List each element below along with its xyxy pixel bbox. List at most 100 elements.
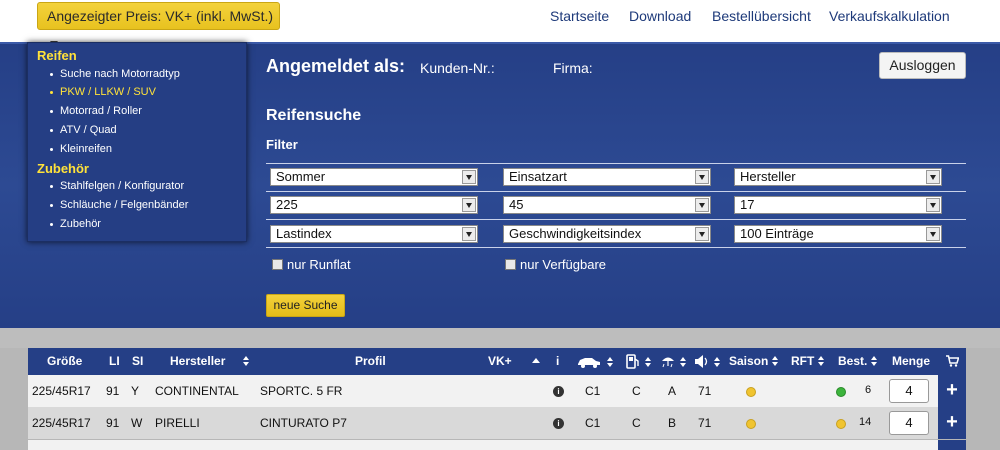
menu-item-schlaeuche[interactable]: Schläuche / Felgenbänder [49, 199, 188, 211]
sort-icon[interactable] [607, 357, 614, 367]
results-area-top [0, 328, 1000, 348]
menu-item-motorradtyp[interactable]: Suche nach Motorradtyp [50, 68, 180, 80]
rim-select[interactable]: 17 [734, 196, 942, 214]
load-index-select-value: Lastindex [276, 226, 332, 241]
usage-select[interactable]: Einsatzart [503, 168, 711, 186]
col-stock[interactable]: Best. [838, 354, 878, 368]
table-row: 225/45R17 91 Y CONTINENTAL SPORTC. 5 FR … [28, 375, 966, 407]
price-display-dropdown[interactable]: Angezeigter Preis: VK+ (inkl. MwSt.) [37, 2, 280, 46]
col-size[interactable]: Größe [47, 354, 82, 368]
col-season[interactable]: Saison [729, 354, 779, 368]
chevron-down-icon [926, 170, 940, 184]
nav-bestelluebersicht[interactable]: Bestellübersicht [712, 8, 811, 24]
divider [266, 163, 966, 164]
nav-startseite[interactable]: Startseite [550, 8, 609, 24]
col-profile[interactable]: Profil [355, 354, 386, 368]
sort-icon[interactable] [680, 357, 687, 367]
cart-header-cell [938, 348, 966, 375]
rim-select-value: 17 [740, 197, 755, 212]
col-qty-label: Menge [892, 354, 931, 368]
quantity-input[interactable]: 4 [889, 411, 929, 435]
page-title: Reifensuche [266, 107, 362, 124]
cell-noise-class: B [668, 416, 677, 430]
usage-select-value: Einsatzart [509, 169, 567, 184]
cell-manufacturer: PIRELLI [155, 416, 200, 430]
col-li[interactable]: LI [109, 354, 120, 368]
checkbox-box[interactable] [272, 259, 283, 270]
speed-index-select-value: Geschwindigkeitsindex [509, 226, 642, 241]
stock-status-icon [836, 419, 846, 429]
cell-noise-class: A [668, 384, 677, 398]
ratio-select-value: 45 [509, 197, 524, 212]
menu-item-zubehoer[interactable]: Zubehör [50, 218, 101, 230]
sort-asc-icon[interactable] [532, 358, 540, 363]
col-rft[interactable]: RFT [791, 354, 825, 368]
table-row [28, 440, 966, 450]
width-select[interactable]: 225 [270, 196, 478, 214]
menu-item-motorrad[interactable]: Motorrad / Roller [50, 105, 142, 117]
checkbox-box[interactable] [505, 259, 516, 270]
chevron-down-icon [462, 170, 476, 184]
fuel-pump-icon [626, 354, 639, 369]
runflat-checkbox[interactable]: nur Runflat [272, 257, 351, 272]
entries-select[interactable]: 100 Einträge [734, 225, 942, 243]
stock-status-icon [836, 387, 846, 397]
quantity-input[interactable]: 4 [889, 379, 929, 403]
cell-wet-grip: C [632, 416, 641, 430]
info-icon[interactable]: i [553, 386, 564, 397]
chevron-down-icon [695, 227, 709, 241]
cell-manufacturer: CONTINENTAL [155, 384, 239, 398]
sort-icon[interactable] [645, 357, 652, 367]
nav-verkaufskalkulation[interactable]: Verkaufskalkulation [829, 8, 950, 24]
col-size-label: Größe [47, 354, 83, 368]
chevron-down-icon [926, 198, 940, 212]
col-si-label: SI [132, 354, 144, 368]
ratio-select[interactable]: 45 [503, 196, 711, 214]
top-bar: Angezeigter Preis: VK+ (inkl. MwSt.) Sta… [0, 0, 1000, 46]
col-info: i [556, 354, 559, 368]
noise-speaker-icon [695, 355, 708, 368]
company-label: Firma: [553, 60, 593, 76]
cell-li: 91 [106, 384, 120, 398]
season-summer-icon [746, 419, 756, 429]
chevron-down-icon [462, 198, 476, 212]
cell-fuel-class: C1 [585, 416, 601, 430]
manufacturer-select[interactable]: Hersteller [734, 168, 942, 186]
menu-item-atv[interactable]: ATV / Quad [50, 124, 117, 136]
col-manufacturer[interactable]: Hersteller [170, 354, 250, 368]
menu-item-stahlfelgen[interactable]: Stahlfelgen / Konfigurator [49, 180, 184, 192]
speed-index-select[interactable]: Geschwindigkeitsindex [503, 225, 711, 243]
cell-size: 225/45R17 [32, 416, 91, 430]
nav-download[interactable]: Download [629, 8, 691, 24]
col-qty: Menge [892, 354, 930, 368]
col-manufacturer-label: Hersteller [170, 354, 226, 368]
cart-icon [946, 355, 959, 367]
load-index-select[interactable]: Lastindex [270, 225, 478, 243]
new-search-button[interactable]: neue Suche [266, 294, 345, 317]
add-to-cart-button[interactable]: + [938, 407, 966, 439]
col-rft-label: RFT [791, 354, 815, 368]
runflat-label: nur Runflat [287, 257, 351, 272]
menu-group-zubehoer[interactable]: Zubehör [37, 161, 89, 176]
col-stock-label: Best. [838, 354, 868, 368]
cell-noise: 71 [698, 416, 712, 430]
cell-stock: 6 [865, 384, 872, 396]
logged-in-label: Angemeldet als: [266, 56, 406, 76]
add-to-cart-button[interactable] [938, 440, 966, 450]
chevron-down-icon [695, 198, 709, 212]
col-vk[interactable]: VK+ [488, 354, 512, 368]
info-icon[interactable]: i [553, 418, 564, 429]
add-to-cart-button[interactable]: + [938, 375, 966, 407]
logout-button[interactable]: Ausloggen [879, 52, 966, 79]
col-season-label: Saison [729, 354, 769, 368]
available-checkbox[interactable]: nur Verfügbare [505, 257, 606, 272]
menu-item-pkw[interactable]: PKW / LLKW / SUV [50, 86, 156, 98]
menu-item-kleinreifen[interactable]: Kleinreifen [50, 143, 112, 155]
sort-icon[interactable] [714, 357, 721, 367]
col-si[interactable]: SI [132, 354, 143, 368]
cell-li: 91 [106, 416, 120, 430]
menu-group-reifen[interactable]: Reifen [37, 48, 77, 63]
season-select[interactable]: Sommer [270, 168, 478, 186]
chevron-down-icon [462, 227, 476, 241]
cell-profile: SPORTC. 5 FR [260, 384, 343, 398]
